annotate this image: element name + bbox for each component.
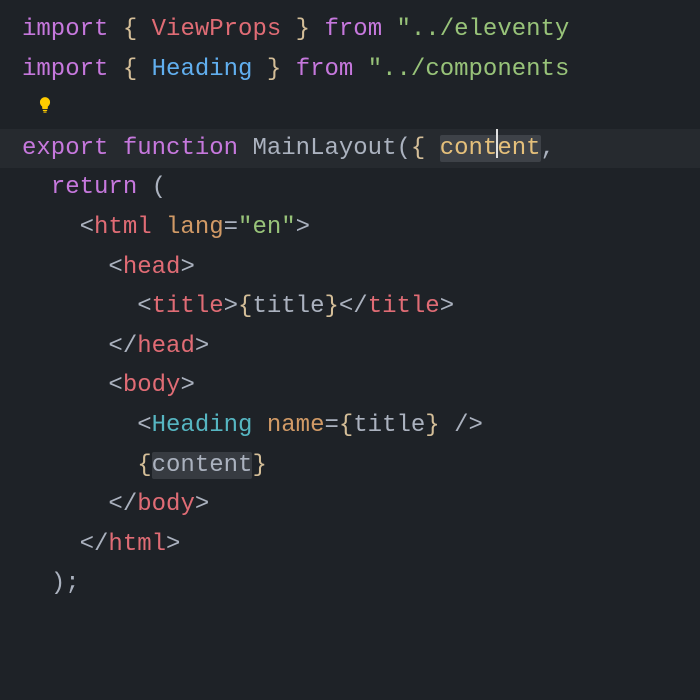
tag-head-close: head xyxy=(137,333,195,360)
brace-open: { xyxy=(123,56,137,83)
code-line-11[interactable]: <Heading name={title} /> xyxy=(22,406,700,446)
keyword-function: function xyxy=(123,135,238,162)
string-path: "../components xyxy=(368,56,570,83)
attr-lang: lang xyxy=(166,214,224,241)
keyword-export: export xyxy=(22,135,108,162)
code-line-6[interactable]: <html lang="en"> xyxy=(22,208,700,248)
keyword-from: from xyxy=(296,56,354,83)
tag-open: < xyxy=(80,214,94,241)
code-line-8[interactable]: <title>{title}</title> xyxy=(22,287,700,327)
keyword-return: return xyxy=(51,174,137,201)
code-line-13[interactable]: </body> xyxy=(22,485,700,525)
param-content: content xyxy=(440,135,541,162)
tag-head: head xyxy=(123,254,181,281)
tag-body: body xyxy=(123,372,181,399)
string-path: "../eleventy xyxy=(397,16,570,43)
attr-name: name xyxy=(267,412,325,439)
code-line-10[interactable]: <body> xyxy=(22,366,700,406)
code-line-1[interactable]: import { ViewProps } from "../eleventy xyxy=(22,10,700,50)
code-line-14[interactable]: </html> xyxy=(22,525,700,565)
identifier-viewprops: ViewProps xyxy=(152,16,282,43)
lightbulb-icon[interactable] xyxy=(36,89,54,107)
paren-open: ( xyxy=(396,135,410,162)
keyword-import: import xyxy=(22,56,108,83)
tag-html-close: html xyxy=(108,531,166,558)
destructure-open: { xyxy=(411,135,425,162)
tag-title: title xyxy=(152,293,224,320)
brace-close: } xyxy=(267,56,281,83)
paren-close: ) xyxy=(51,570,65,597)
code-line-12[interactable]: {content} xyxy=(22,446,700,486)
lightbulb-hint-line xyxy=(22,89,700,129)
identifier-heading: Heading xyxy=(152,56,253,83)
code-line-9[interactable]: </head> xyxy=(22,327,700,367)
code-line-5[interactable]: return ( xyxy=(22,168,700,208)
attr-value: "en" xyxy=(238,214,296,241)
brace-open: { xyxy=(123,16,137,43)
code-line-7[interactable]: <head> xyxy=(22,248,700,288)
code-line-15[interactable]: ); xyxy=(22,564,700,604)
jsx-expression-content: content xyxy=(152,452,253,479)
keyword-from: from xyxy=(324,16,382,43)
code-line-4[interactable]: export function MainLayout({ content, xyxy=(0,129,700,169)
comma: , xyxy=(541,135,555,162)
jsx-expression-title: title xyxy=(252,293,324,320)
brace-close: } xyxy=(296,16,310,43)
code-line-2[interactable]: import { Heading } from "../components xyxy=(22,50,700,90)
keyword-import: import xyxy=(22,16,108,43)
paren-open: ( xyxy=(152,174,166,201)
tag-body-close: body xyxy=(137,491,195,518)
jsx-expression-title: title xyxy=(353,412,425,439)
tag-html: html xyxy=(94,214,152,241)
function-name: MainLayout xyxy=(252,135,396,162)
tag-heading-component: Heading xyxy=(152,412,253,439)
